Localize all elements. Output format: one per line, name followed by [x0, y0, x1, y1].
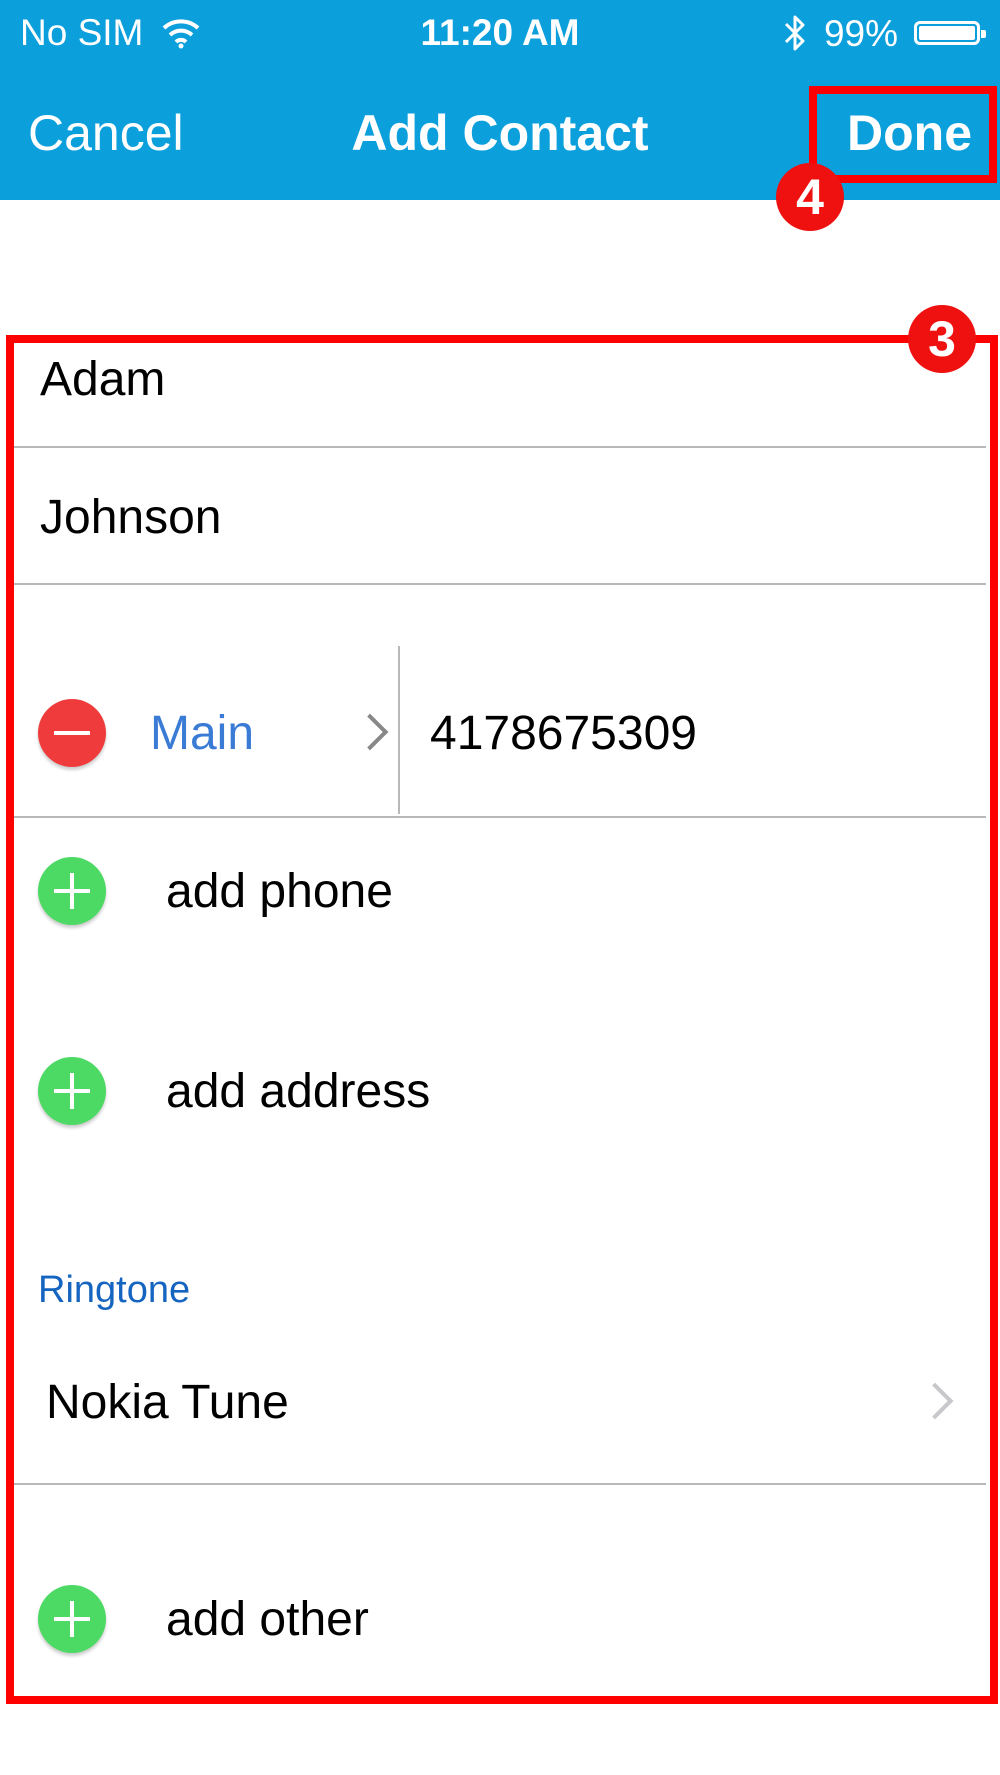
battery-percent: 99% — [823, 12, 898, 54]
battery-icon — [914, 21, 986, 45]
bluetooth-icon — [784, 15, 805, 51]
status-right: 99% — [782, 12, 986, 54]
step-badge-3: 3 — [908, 305, 976, 373]
form-highlight-frame — [6, 335, 998, 1704]
step-badge-4: 4 — [776, 163, 844, 231]
done-highlight-frame — [809, 86, 997, 183]
